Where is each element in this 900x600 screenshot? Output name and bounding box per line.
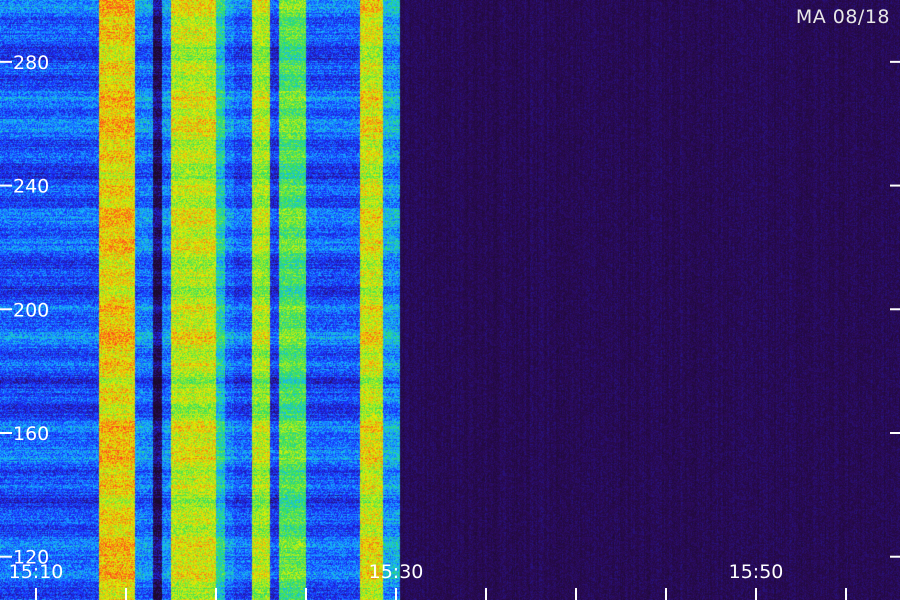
x-axis: 15:10 15:30 15:50	[9, 561, 847, 600]
station-date-label: MA 08/18	[795, 6, 890, 28]
y-tick-label: 240	[13, 176, 49, 198]
axes-layer: 120160200240280 15:10 15:30 15:50	[0, 52, 900, 600]
x-tick-label: 15:50	[729, 561, 784, 583]
x-tick-label: 15:30	[369, 561, 424, 583]
y-axis-right	[890, 60, 900, 558]
y-tick-label: 280	[13, 52, 49, 74]
y-tick-label: 200	[13, 299, 49, 321]
y-tick-label: 160	[13, 423, 49, 445]
y-axis-left: 120160200240280	[0, 52, 49, 569]
x-tick-label: 15:10	[9, 561, 64, 583]
